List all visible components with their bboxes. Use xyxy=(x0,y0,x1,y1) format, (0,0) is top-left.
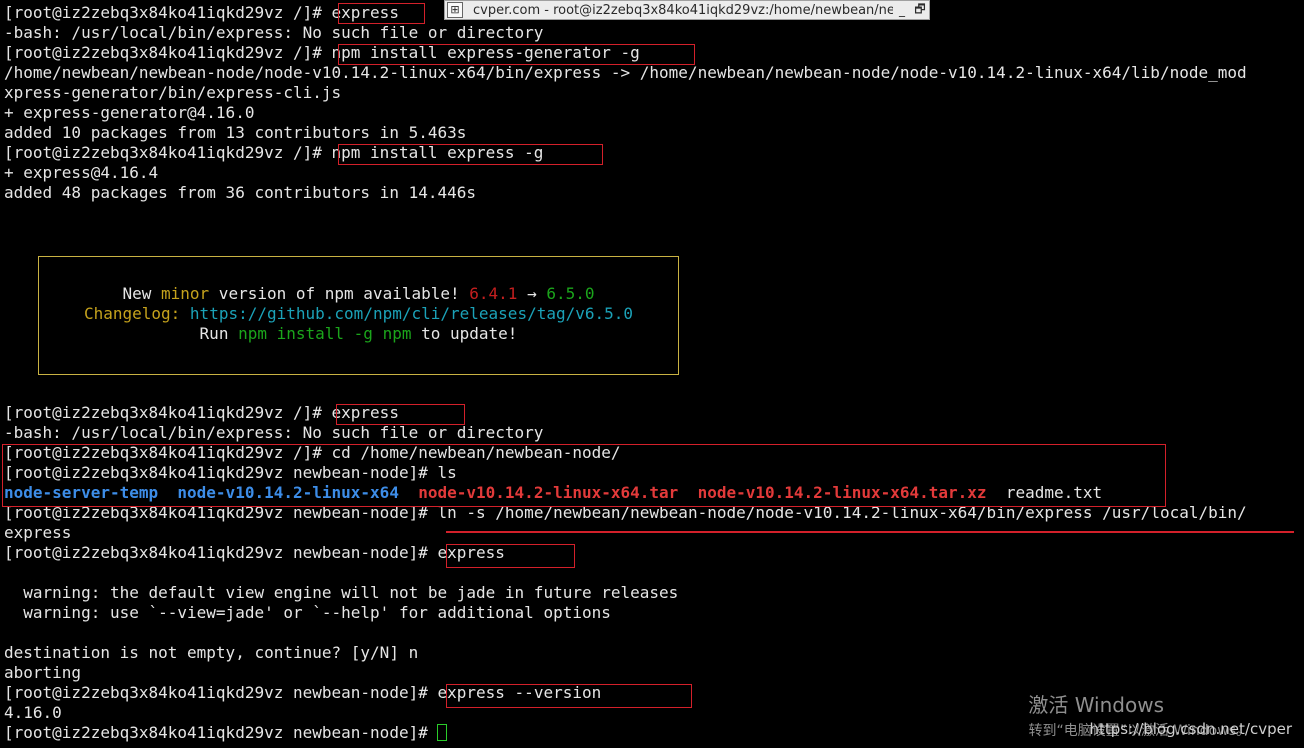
command-text: express --version xyxy=(437,683,602,702)
command-text: express xyxy=(331,3,399,22)
changelog-link[interactable]: https://github.com/npm/cli/releases/tag/… xyxy=(190,304,633,323)
notice-line: Run npm install -g npm to update! xyxy=(199,324,518,343)
terminal-line: added 48 packages from 36 contributors i… xyxy=(4,183,477,202)
source-url-watermark: https://blog.csdn.net/cvper xyxy=(1089,720,1293,738)
npm-update-notice: New minor version of npm available! 6.4.… xyxy=(38,256,679,375)
directory-entry: node-server-temp xyxy=(4,483,159,502)
text-cursor[interactable] xyxy=(437,724,448,741)
archive-entry: node-v10.14.2-linux-x64.tar xyxy=(418,483,679,502)
terminal-line: [root@iz2zebq3x84ko41iqkd29vz /]# expres… xyxy=(4,3,399,22)
directory-entry: node-v10.14.2-linux-x64 xyxy=(177,483,399,502)
command-text: cd /home/newbean/newbean-node/ xyxy=(331,443,621,462)
ls-output-line: node-server-temp node-v10.14.2-linux-x64… xyxy=(4,483,1304,503)
command-text: npm install express -g xyxy=(331,143,544,162)
file-entry: readme.txt xyxy=(1005,483,1103,502)
notice-line: New minor version of npm available! 6.4.… xyxy=(122,284,595,303)
terminal-line: [root@iz2zebq3x84ko41iqkd29vz /]# cd /ho… xyxy=(4,443,621,462)
terminal-line: warning: the default view engine will no… xyxy=(4,583,679,602)
terminal-line: [root@iz2zebq3x84ko41iqkd29vz newbean-no… xyxy=(4,503,1247,522)
terminal-line: aborting xyxy=(4,663,82,682)
terminal-line: + express@4.16.4 xyxy=(4,163,159,182)
terminal-line: express xyxy=(4,523,72,542)
command-text: npm install express-generator -g xyxy=(331,43,640,62)
command-text: ln -s /home/newbean/newbean-node/node-v1… xyxy=(437,503,1247,522)
archive-entry: node-v10.14.2-linux-x64.tar.xz xyxy=(697,483,987,502)
command-text: ls xyxy=(437,463,457,482)
notice-line: Changelog: https://github.com/npm/cli/re… xyxy=(83,304,634,323)
terminal-line: [root@iz2zebq3x84ko41iqkd29vz newbean-no… xyxy=(4,543,505,562)
terminal-line: + express-generator@4.16.0 xyxy=(4,103,255,122)
terminal-line: added 10 packages from 13 contributors i… xyxy=(4,123,467,142)
terminal-line: destination is not empty, continue? [y/N… xyxy=(4,643,419,662)
watermark-title: 激活 Windows xyxy=(1028,693,1164,717)
terminal-line: warning: use `--view=jade' or `--help' f… xyxy=(4,603,611,622)
new-version: 6.5.0 xyxy=(546,284,595,303)
terminal-line: xpress-generator/bin/express-cli.js xyxy=(4,83,342,102)
highlight-underline xyxy=(446,531,1294,533)
terminal-line: -bash: /usr/local/bin/express: No such f… xyxy=(4,423,544,442)
terminal-line: /home/newbean/newbean-node/node-v10.14.2… xyxy=(4,63,1247,82)
old-version: 6.4.1 xyxy=(469,284,518,303)
terminal-line: [root@iz2zebq3x84ko41iqkd29vz /]# npm in… xyxy=(4,143,544,162)
terminal-line: [root@iz2zebq3x84ko41iqkd29vz newbean-no… xyxy=(4,463,457,482)
terminal-line: [root@iz2zebq3x84ko41iqkd29vz /]# npm in… xyxy=(4,43,640,62)
command-text: express xyxy=(331,403,399,422)
terminal-line: -bash: /usr/local/bin/express: No such f… xyxy=(4,23,544,42)
command-text: express xyxy=(437,543,505,562)
terminal-line: [root@iz2zebq3x84ko41iqkd29vz /]# expres… xyxy=(4,403,399,422)
